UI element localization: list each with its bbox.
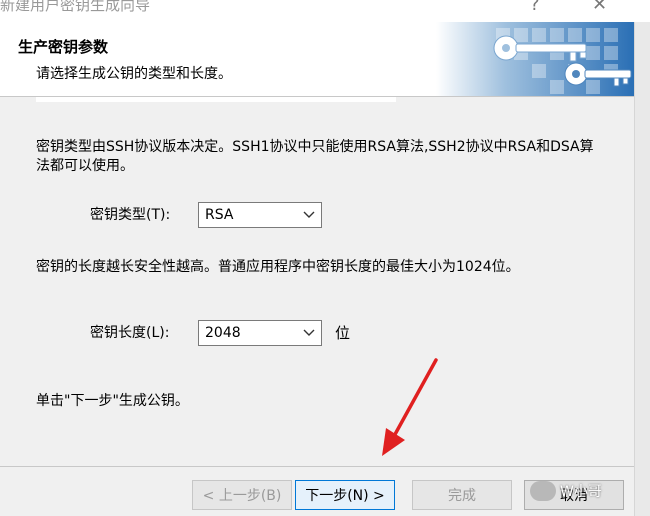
key-length-value: 2048	[205, 325, 241, 341]
help-button[interactable]: ?	[530, 0, 540, 15]
key-type-value: RSA	[205, 207, 234, 223]
key-length-description: 密钥的长度越长安全性越高。普通应用程序中密钥长度的最佳大小为1024位。	[36, 259, 520, 275]
page-subtitle: 请选择生成公钥的类型和长度。	[36, 66, 232, 82]
close-button[interactable]: ✕	[592, 0, 607, 15]
watermark: W小哥	[530, 474, 640, 508]
chevron-down-icon	[303, 329, 315, 336]
next-button[interactable]: 下一步(N) >	[295, 480, 395, 510]
next-step-hint: 单击"下一步"生成公钥。	[36, 393, 189, 409]
back-button[interactable]: < 上一步(B)	[192, 480, 292, 510]
key-type-label: 密钥类型(T):	[90, 207, 171, 223]
key-length-label: 密钥长度(L):	[90, 325, 170, 341]
footer-divider	[0, 466, 634, 467]
window-title: 新建用户密钥生成向导	[0, 0, 151, 14]
chevron-down-icon	[303, 211, 315, 218]
key-length-unit: 位	[335, 324, 351, 342]
header-overlay	[36, 86, 396, 102]
key-type-description: 密钥类型由SSH协议版本决定。SSH1协议中只能使用RSA算法,SSH2协议中R…	[36, 139, 594, 174]
window-edge	[634, 22, 650, 516]
finish-button[interactable]: 完成	[412, 480, 512, 510]
wizard-header: 生产密钥参数 请选择生成公钥的类型和长度。	[0, 22, 634, 96]
key-type-select[interactable]: RSA	[198, 202, 322, 228]
title-bar: 新建用户密钥生成向导 ? ✕	[0, 0, 650, 22]
watermark-text: W小哥	[560, 484, 602, 500]
keys-banner-icon	[436, 22, 634, 96]
wechat-icon	[530, 481, 556, 501]
page-title: 生产密钥参数	[18, 38, 109, 56]
header-divider	[0, 96, 634, 97]
key-length-select[interactable]: 2048	[198, 320, 322, 346]
